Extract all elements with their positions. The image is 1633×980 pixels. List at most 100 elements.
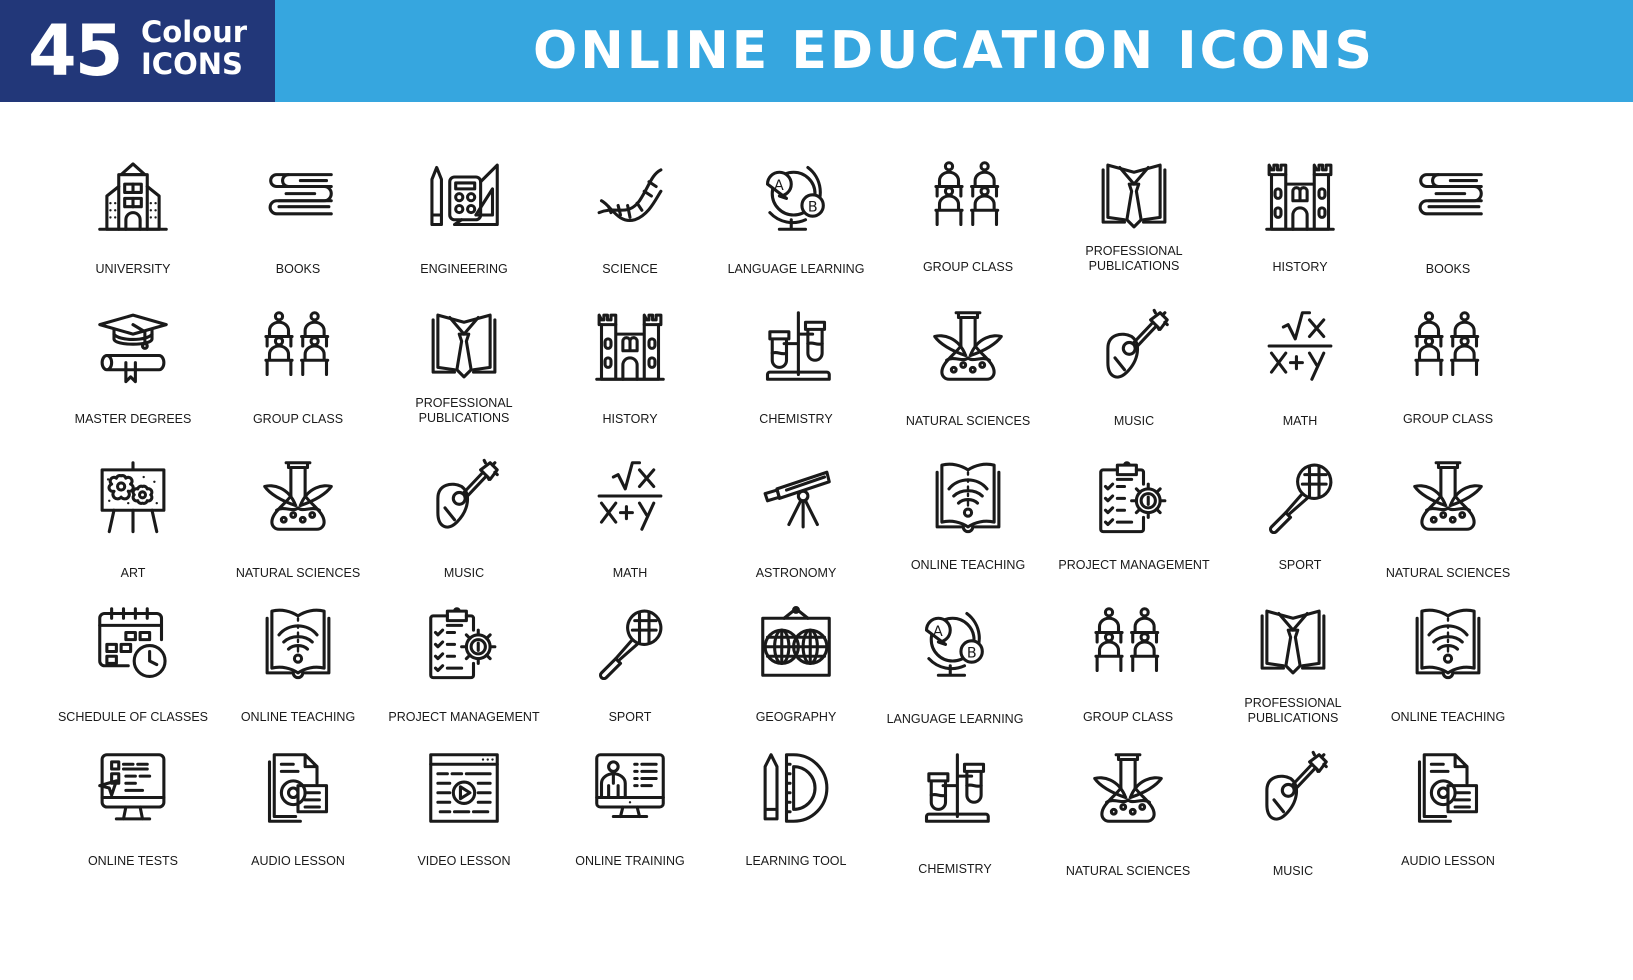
tennis-racket-icon (599, 609, 663, 680)
icon-tile: AUDIO LESSON (213, 750, 383, 900)
icon-tile: AUDIO LESSON (1363, 750, 1533, 900)
icon-tile: GEOGRAPHY (711, 604, 881, 754)
group-class-icon (1414, 311, 1480, 377)
svg-text:B: B (808, 199, 818, 215)
group-class-icon (264, 311, 330, 377)
video-player-icon (429, 753, 499, 823)
engineering-icon (430, 163, 499, 227)
icon-tile: MATH (1215, 308, 1385, 458)
icon-tile: GROUP CLASS (883, 158, 1053, 308)
calendar-clock-icon (98, 607, 167, 678)
monitor-test-icon (98, 753, 166, 821)
book-tie-icon (1260, 609, 1326, 675)
icon-tile: HISTORY (545, 308, 715, 458)
icon-tile: GROUP CLASS (1363, 308, 1533, 458)
icon-tile: CHEMISTRY (711, 308, 881, 458)
university-icon (98, 162, 168, 231)
icon-tile: BOOKS (213, 158, 383, 308)
icon-label: ONLINE TEACHING (1390, 710, 1506, 724)
icon-label: PROFESSIONAL PUBLICATIONS (1085, 244, 1183, 273)
audio-document-icon (267, 753, 329, 823)
icon-tile: CHEMISTRY (870, 750, 1040, 900)
books-icon (1418, 173, 1483, 216)
icon-tile: HISTORY (1215, 158, 1385, 308)
flask-leaves-icon (1093, 753, 1163, 823)
icon-tile: ASTRONOMY (711, 458, 881, 608)
icon-tile: ART (48, 458, 218, 608)
icon-tile: ONLINE TRAINING (545, 750, 715, 900)
icon-tile: SPORT (545, 604, 715, 754)
svg-text:A: A (774, 178, 784, 194)
icon-tile: MASTER DEGREES (48, 308, 218, 458)
language-globe-icon: A B (765, 165, 825, 231)
icon-label: GROUP CLASS (1082, 710, 1174, 724)
svg-text:A: A (933, 624, 943, 640)
icon-tile: BOOKS (1363, 158, 1533, 308)
book-tie-icon (1101, 163, 1167, 229)
icon-tile: GROUP CLASS (1043, 604, 1213, 754)
clipboard-gear-icon (1099, 461, 1167, 534)
icon-tile: ONLINE TEACHING (1363, 604, 1533, 754)
book-wifi-icon (1415, 608, 1481, 680)
icon-tile: PROFESSIONAL PUBLICATIONS (1049, 158, 1219, 308)
group-class-icon (1094, 607, 1160, 673)
icon-tile: PROFESSIONAL PUBLICATIONS (379, 308, 549, 458)
book-wifi-icon (935, 462, 1001, 534)
math-formula-icon (1267, 311, 1333, 381)
icon-label: PROFESSIONAL PUBLICATIONS (415, 396, 513, 425)
icon-grid: UNIVERSITY BOOKS ENGINEERING SCIENCE A B… (0, 0, 1633, 980)
icon-tile: GROUP CLASS (213, 308, 383, 458)
flask-leaves-icon (263, 461, 333, 531)
icon-tile: A B LANGUAGE LEARNING (711, 158, 881, 308)
icon-label: AUDIO LESSON (1401, 854, 1495, 868)
group-class-icon (934, 161, 1000, 227)
graduation-diploma-icon (98, 313, 168, 384)
telescope-icon (763, 470, 831, 529)
test-tubes-icon (765, 311, 831, 381)
flask-leaves-icon (933, 311, 1003, 381)
math-formula-icon (597, 461, 663, 531)
icon-tile: UNIVERSITY (48, 158, 218, 308)
icon-tile: PROFESSIONAL PUBLICATIONS (1208, 604, 1378, 754)
icon-tile: ONLINE TEACHING (883, 458, 1053, 608)
audio-document-icon (1417, 753, 1479, 823)
monitor-presenter-icon (595, 753, 665, 819)
icon-tile: MUSIC (379, 458, 549, 608)
test-tubes-icon (924, 753, 990, 823)
icon-tile: MATH (545, 458, 715, 608)
icon-tile: NATURAL SCIENCES (1363, 458, 1533, 608)
icon-tile: VIDEO LESSON (379, 750, 549, 900)
icon-tile: PROJECT MANAGEMENT (1049, 458, 1219, 608)
book-tie-icon (431, 313, 497, 379)
castle-icon (1265, 163, 1335, 231)
icon-tile: ONLINE TESTS (48, 750, 218, 900)
books-icon (268, 173, 333, 216)
pencil-protractor-icon (763, 753, 829, 823)
icon-tile: A B LANGUAGE LEARNING (870, 604, 1040, 754)
language-globe-icon: A B (924, 611, 984, 677)
icon-label: GROUP CLASS (922, 260, 1014, 274)
icon-label: PROFESSIONAL PUBLICATIONS (1244, 696, 1342, 725)
icon-tile: ENGINEERING (379, 158, 549, 308)
icon-tile: NATURAL SCIENCES (883, 308, 1053, 458)
icon-label: BOOKS (1425, 262, 1471, 276)
icon-tile: LEARNING TOOL (711, 750, 881, 900)
book-wifi-icon (265, 608, 331, 680)
icon-label: NATURAL SCIENCES (1385, 566, 1511, 580)
castle-icon (595, 313, 665, 381)
icon-tile: SPORT (1215, 458, 1385, 608)
icon-tile: NATURAL SCIENCES (213, 458, 383, 608)
icon-tile: MUSIC (1049, 308, 1219, 458)
svg-text:B: B (967, 645, 977, 661)
icon-label: GROUP CLASS (1402, 412, 1494, 426)
dna-icon (597, 168, 663, 223)
mandolin-icon (1265, 750, 1328, 821)
icon-tile: SCIENCE (545, 158, 715, 308)
icon-tile: ONLINE TEACHING (213, 604, 383, 754)
easel-painting-icon (100, 461, 166, 534)
tennis-racket-icon (1269, 463, 1333, 534)
icon-label: GROUP CLASS (252, 412, 344, 426)
icon-tile: MUSIC (1208, 750, 1378, 900)
icon-tile: SCHEDULE OF CLASSES (48, 604, 218, 754)
icon-tile: PROJECT MANAGEMENT (379, 604, 549, 754)
